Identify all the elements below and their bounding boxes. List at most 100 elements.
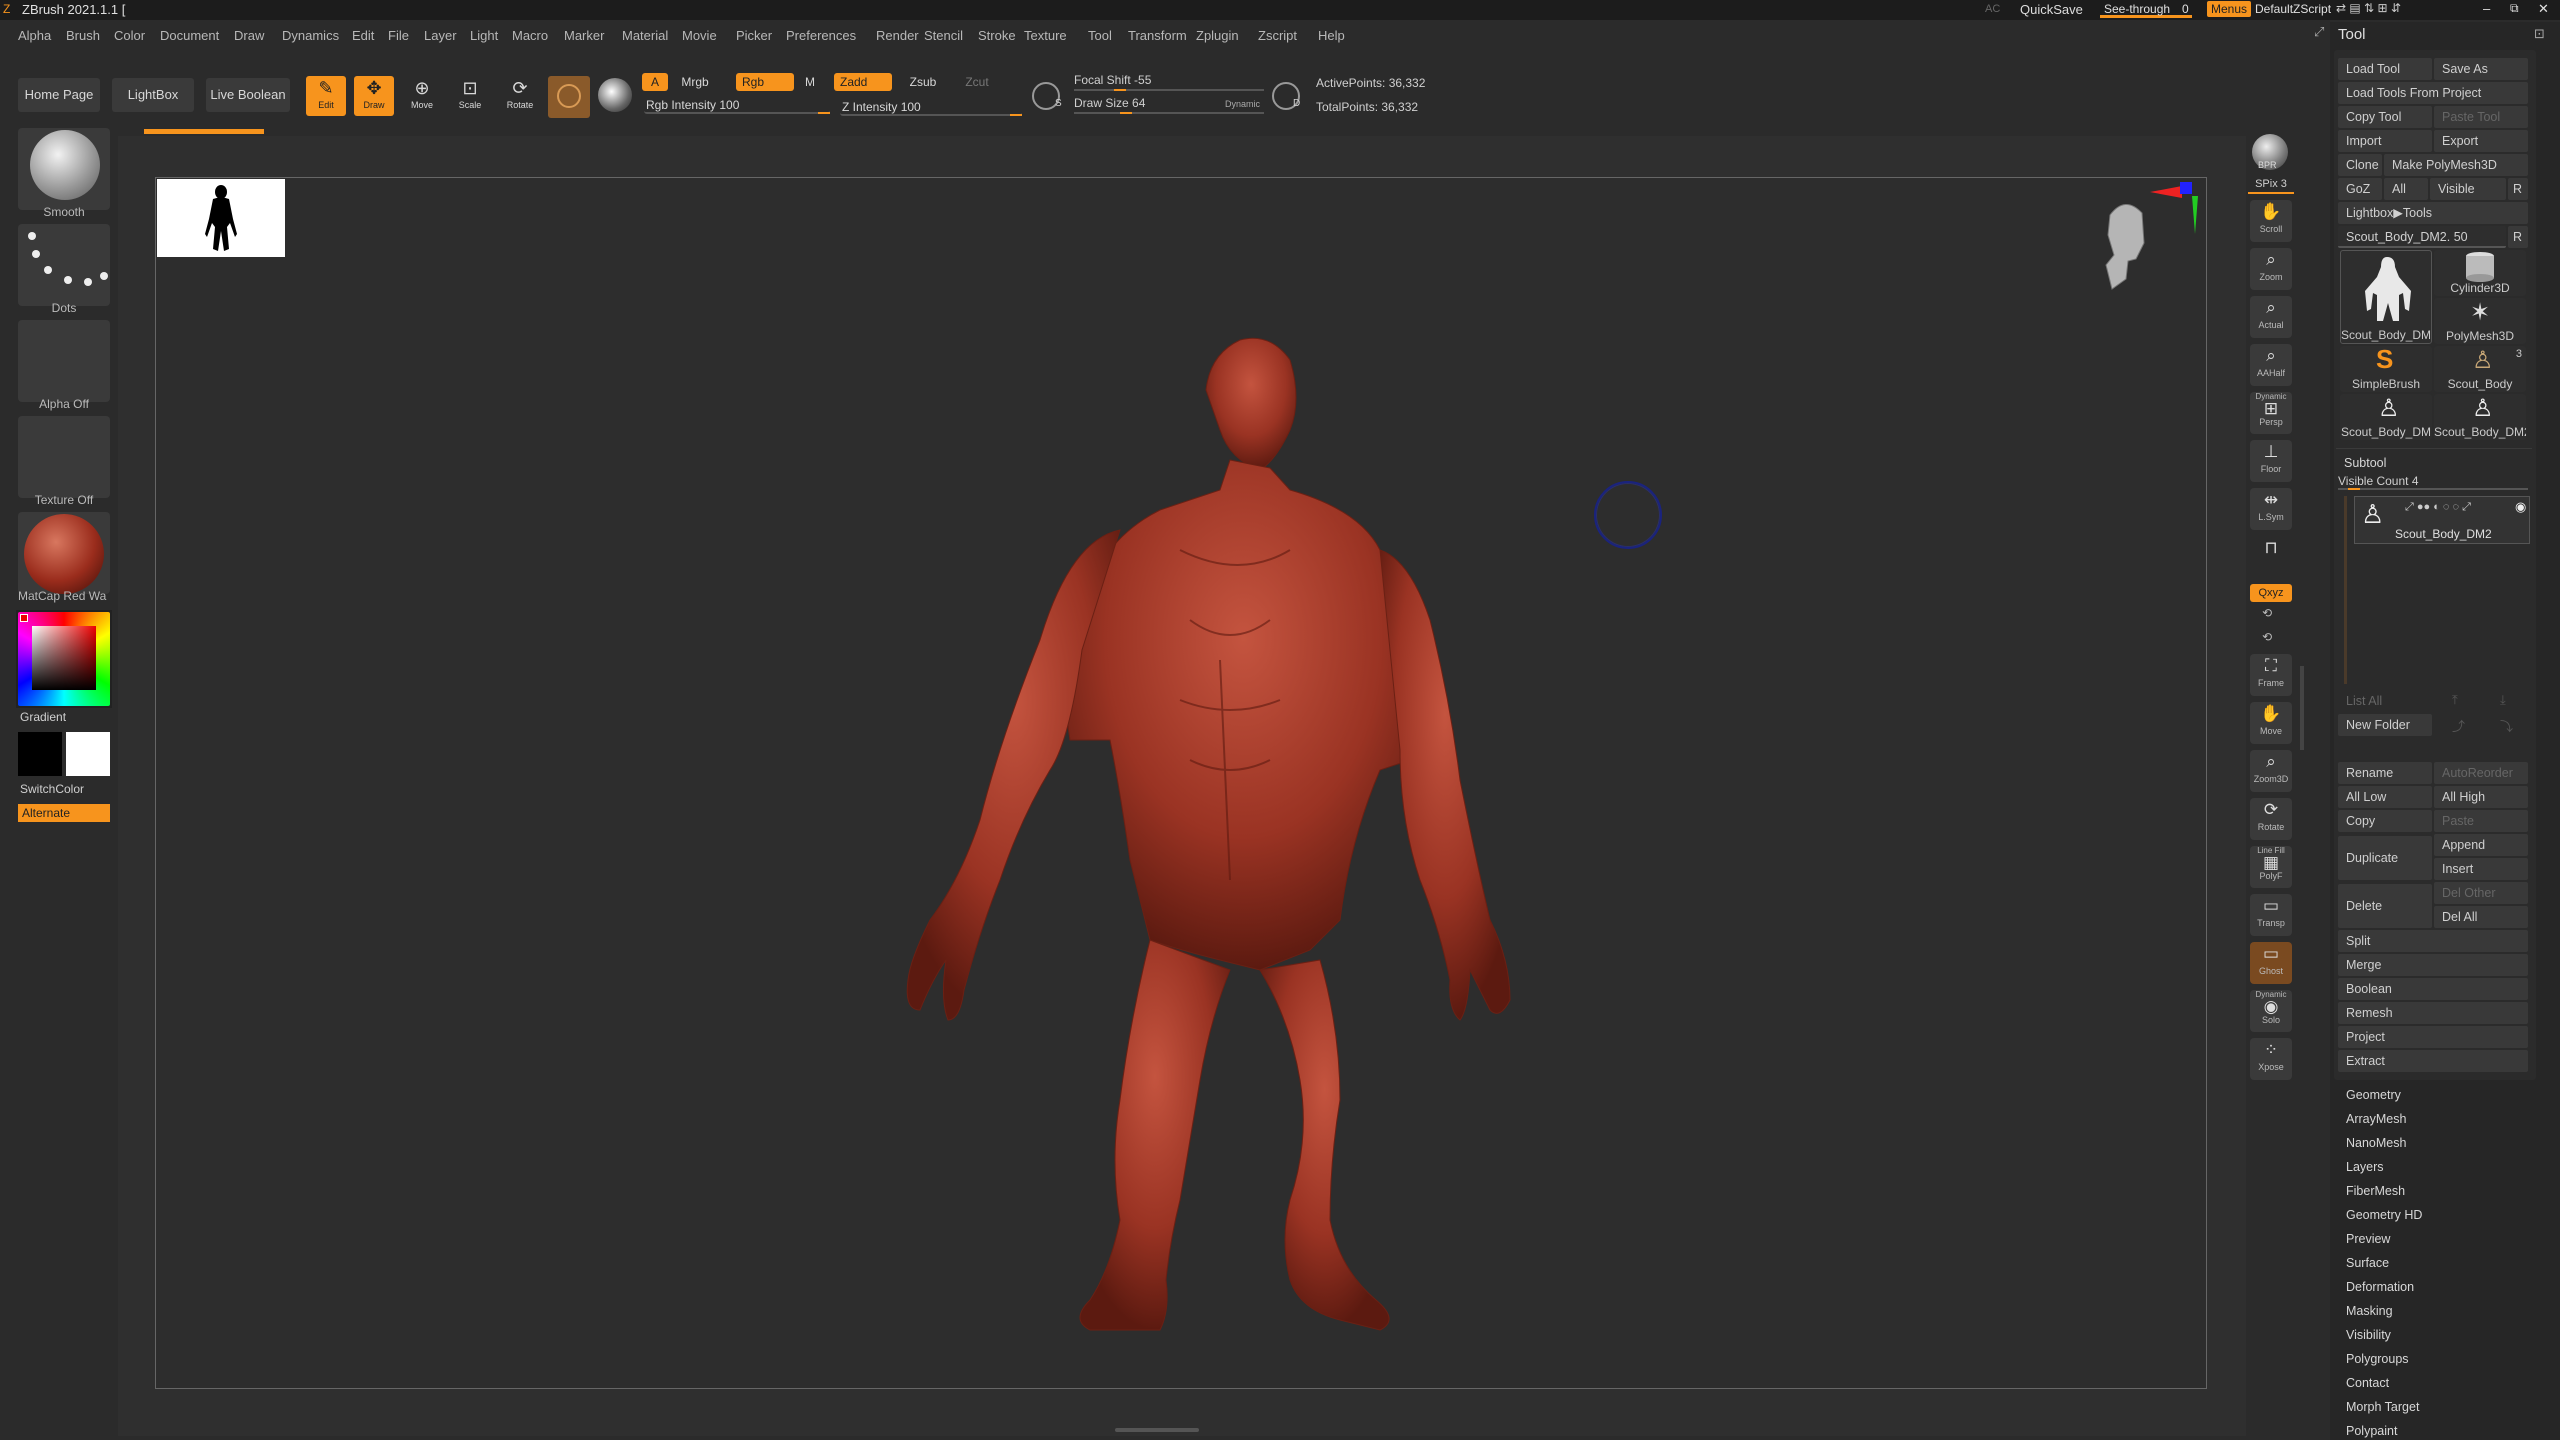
- lock-button[interactable]: ⊓: [2250, 536, 2292, 578]
- zoom3d-button[interactable]: ⌕ Zoom3D: [2250, 750, 2292, 792]
- brush-slot[interactable]: [18, 128, 110, 210]
- menu-document[interactable]: Document: [160, 28, 219, 43]
- color-picker[interactable]: [16, 610, 112, 708]
- move-up-icon[interactable]: ⤒: [2452, 692, 2458, 708]
- rgb-intensity-slider[interactable]: Rgb Intensity 100: [644, 96, 830, 114]
- section-morph-target[interactable]: Morph Target: [2346, 1400, 2419, 1414]
- subtool-scrollbar[interactable]: [2344, 496, 2347, 684]
- lightbox-button[interactable]: LightBox: [112, 78, 194, 112]
- menu-picker[interactable]: Picker: [736, 28, 772, 43]
- rotate-button[interactable]: ⟳ Rotate: [498, 76, 542, 116]
- bottom-tray-handle[interactable]: [1115, 1428, 1199, 1432]
- rotate-view-button[interactable]: ⟳ Rotate: [2250, 798, 2292, 840]
- section-geometry[interactable]: Geometry: [2346, 1088, 2401, 1102]
- duplicate-button[interactable]: Duplicate: [2338, 836, 2432, 880]
- all-low-button[interactable]: All Low: [2338, 786, 2432, 808]
- lsym-button[interactable]: ⇹ L.Sym: [2250, 488, 2292, 530]
- load-tools-from-project-button[interactable]: Load Tools From Project: [2338, 82, 2528, 104]
- move-down-icon[interactable]: ⤓: [2500, 692, 2506, 708]
- close-icon[interactable]: ✕: [2538, 1, 2549, 17]
- section-nanomesh[interactable]: NanoMesh: [2346, 1136, 2406, 1150]
- delete-button[interactable]: Delete: [2338, 884, 2432, 928]
- split-section[interactable]: Split: [2338, 930, 2528, 952]
- menu-alpha[interactable]: Alpha: [18, 28, 51, 43]
- menu-help[interactable]: Help: [1318, 28, 1345, 43]
- section-arraymesh[interactable]: ArrayMesh: [2346, 1112, 2406, 1126]
- menu-marker[interactable]: Marker: [564, 28, 604, 43]
- panel-close-icon[interactable]: ⊡: [2534, 26, 2545, 42]
- boolean-section[interactable]: Boolean: [2338, 978, 2528, 1000]
- menus-toggle[interactable]: Menus: [2207, 1, 2252, 17]
- goz-r-button[interactable]: R: [2508, 178, 2528, 200]
- navigator-thumbnail[interactable]: [157, 179, 285, 257]
- copy-button[interactable]: Copy: [2338, 810, 2432, 832]
- visible-count-slider[interactable]: Visible Count 4: [2338, 474, 2528, 490]
- zoom-button[interactable]: ⌕ Zoom: [2250, 248, 2292, 290]
- material-slot[interactable]: [18, 512, 110, 594]
- lightbox-tools-button[interactable]: Lightbox▶Tools: [2338, 202, 2528, 224]
- folder-down-icon[interactable]: ⤵: [2500, 716, 2513, 735]
- load-tool-button[interactable]: Load Tool: [2338, 58, 2432, 80]
- sphere-material-icon[interactable]: [598, 78, 632, 112]
- switchcolor-button[interactable]: SwitchColor: [20, 782, 84, 796]
- current-tool-slider[interactable]: Scout_Body_DM2. 50: [2338, 226, 2506, 248]
- aahalf-button[interactable]: ⌕ AAHalf: [2250, 344, 2292, 386]
- focal-shift-slider[interactable]: Focal Shift -55: [1074, 73, 1264, 91]
- section-polygroups[interactable]: Polygroups: [2346, 1352, 2409, 1366]
- z-intensity-slider[interactable]: Z Intensity 100: [840, 98, 1022, 116]
- xyz-toggle[interactable]: Qxyz: [2250, 584, 2292, 602]
- dynamic-toggle[interactable]: Dynamic: [1225, 99, 1260, 109]
- merge-section[interactable]: Merge: [2338, 954, 2528, 976]
- ac-label[interactable]: AC: [1985, 3, 2000, 15]
- transp-button[interactable]: ▭ Transp: [2250, 894, 2292, 936]
- maximize-icon[interactable]: ⧉: [2510, 1, 2519, 16]
- paste-button[interactable]: Paste: [2434, 810, 2528, 832]
- save-as-button[interactable]: Save As: [2434, 58, 2528, 80]
- extract-section[interactable]: Extract: [2338, 1050, 2528, 1072]
- menu-zscript[interactable]: Zscript: [1258, 28, 1297, 43]
- rotate-y-icon[interactable]: ⟲: [2262, 606, 2272, 620]
- edit-button[interactable]: ✎ Edit: [306, 76, 346, 116]
- rename-button[interactable]: Rename: [2338, 762, 2432, 784]
- menu-tool[interactable]: Tool: [1088, 28, 1112, 43]
- copy-tool-button[interactable]: Copy Tool: [2338, 106, 2432, 128]
- folder-up-icon[interactable]: ⤴: [2452, 716, 2465, 735]
- solo-button[interactable]: Dynamic ◉ Solo: [2250, 990, 2292, 1032]
- menu-layer[interactable]: Layer: [424, 28, 457, 43]
- polyf-button[interactable]: Line Fill ▦ PolyF: [2250, 846, 2292, 888]
- paste-tool-button[interactable]: Paste Tool: [2434, 106, 2528, 128]
- goz-button[interactable]: GoZ: [2338, 178, 2382, 200]
- section-geometry-hd[interactable]: Geometry HD: [2346, 1208, 2422, 1222]
- live-boolean-button[interactable]: Live Boolean: [206, 78, 290, 112]
- menu-zplugin[interactable]: Zplugin: [1196, 28, 1239, 43]
- subtool-item[interactable]: ♙ ⤢ ●● ◐ ◌ ◌ ⤢ ◉ Scout_Body_DM2: [2354, 496, 2530, 544]
- subtool-header[interactable]: Subtool: [2344, 456, 2386, 470]
- 3d-model-viewport-mesh[interactable]: [820, 320, 1540, 1360]
- mrgb-toggle[interactable]: Mrgb: [670, 73, 720, 91]
- autoreorder-button[interactable]: AutoReorder: [2434, 762, 2528, 784]
- pin-icon[interactable]: ⤢: [2314, 24, 2324, 40]
- m-toggle[interactable]: M: [798, 73, 822, 91]
- goz-visible-button[interactable]: Visible: [2430, 178, 2506, 200]
- menu-color[interactable]: Color: [114, 28, 145, 43]
- menu-material[interactable]: Material: [622, 28, 668, 43]
- menu-preferences[interactable]: Preferences: [786, 28, 856, 43]
- menu-stencil[interactable]: Stencil: [924, 28, 963, 43]
- del-other-button[interactable]: Del Other: [2434, 882, 2528, 904]
- floor-button[interactable]: ⊥ Floor: [2250, 440, 2292, 482]
- new-folder-button[interactable]: New Folder: [2338, 714, 2432, 736]
- tool-thumb-scout-body-dm[interactable]: ♙ Scout_Body_DM: [2340, 394, 2432, 440]
- zcut-toggle[interactable]: Zcut: [954, 73, 1000, 91]
- tool-thumb-simplebrush[interactable]: S SimpleBrush: [2340, 346, 2432, 392]
- default-zscript-button[interactable]: DefaultZScript: [2255, 2, 2331, 16]
- xpose-button[interactable]: ⁘ Xpose: [2250, 1038, 2292, 1080]
- move-view-button[interactable]: ✋ Move: [2250, 702, 2292, 744]
- section-deformation[interactable]: Deformation: [2346, 1280, 2414, 1294]
- tool-r-button[interactable]: R: [2508, 226, 2528, 248]
- a-toggle[interactable]: A: [642, 73, 668, 91]
- menu-edit[interactable]: Edit: [352, 28, 374, 43]
- quicksave-button[interactable]: QuickSave: [2020, 2, 2083, 17]
- navigation-head-icon[interactable]: [2100, 195, 2150, 305]
- alternate-button[interactable]: Alternate: [18, 804, 110, 822]
- append-button[interactable]: Append: [2434, 834, 2528, 856]
